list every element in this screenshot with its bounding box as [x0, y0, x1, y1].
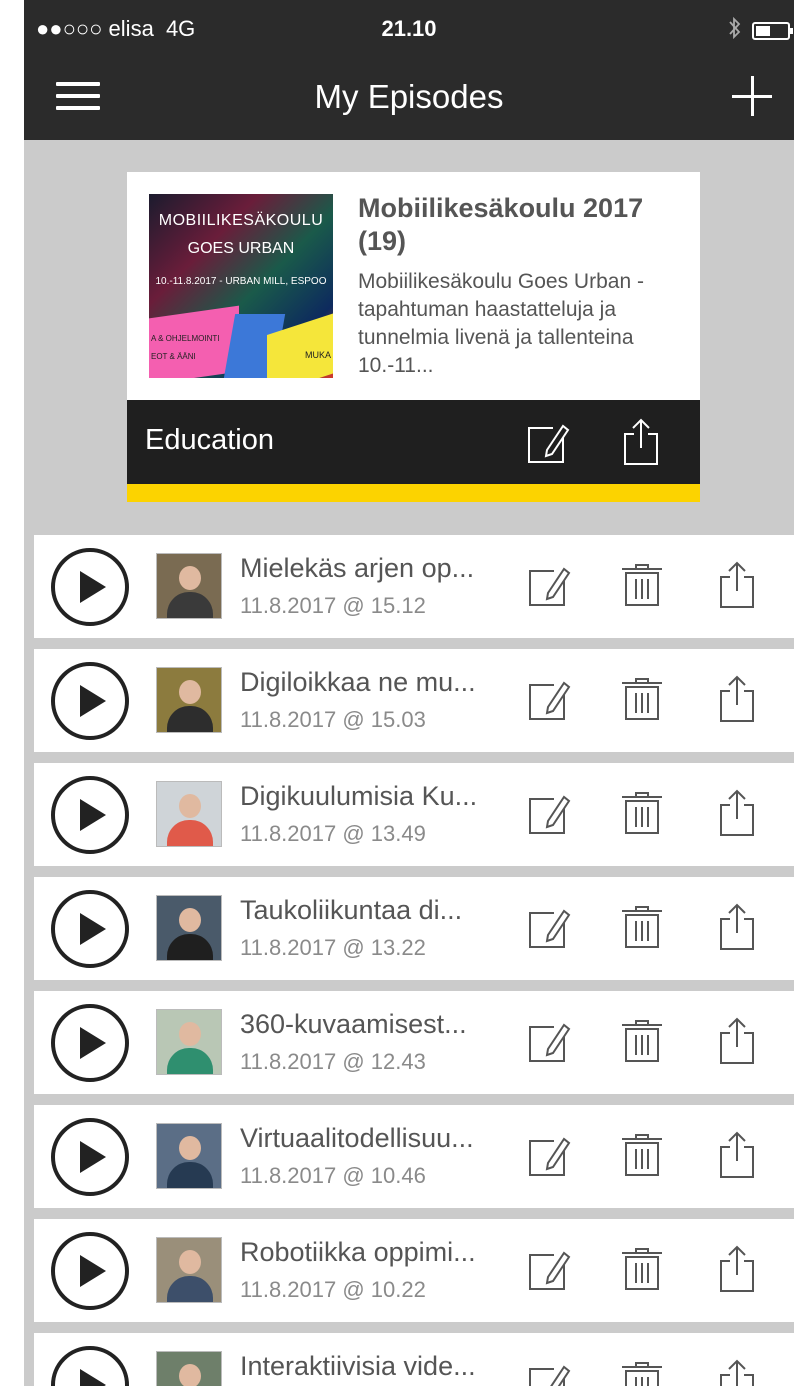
- episode-date: 11.8.2017 @ 13.49: [240, 821, 426, 846]
- share-icon[interactable]: [717, 559, 757, 609]
- share-icon[interactable]: [717, 1129, 757, 1179]
- edit-icon[interactable]: [528, 1019, 574, 1063]
- list-item[interactable]: Robotiikka oppimi... 11.8.2017 @ 10.22: [34, 1219, 794, 1322]
- trash-icon[interactable]: [620, 1019, 664, 1063]
- episode-title: Robotiikka oppimi...: [240, 1237, 476, 1267]
- episode-date: 11.8.2017 @ 13.22: [240, 935, 426, 960]
- play-button[interactable]: [50, 661, 130, 741]
- bluetooth-icon: [728, 16, 742, 46]
- podcast-cover: MOBIILIKESÄKOULU GOES URBAN 10.-11.8.201…: [149, 194, 333, 378]
- episode-thumbnail: [156, 781, 222, 847]
- share-icon[interactable]: [717, 673, 757, 723]
- episode-thumbnail: [156, 1237, 222, 1303]
- cover-line-5: EOT & ÄÄNI: [151, 352, 196, 361]
- play-button[interactable]: [50, 1345, 130, 1386]
- cover-line-4: A & OHJELMOINTI: [151, 334, 220, 343]
- episode-thumbnail: [156, 1351, 222, 1386]
- edit-icon[interactable]: [528, 791, 574, 835]
- episode-title: Digiloikkaa ne mu...: [240, 667, 476, 697]
- play-button[interactable]: [50, 775, 130, 855]
- edit-icon[interactable]: [528, 563, 574, 607]
- podcast-title: Mobiilikesäkoulu 2017 (19): [358, 193, 644, 256]
- status-bar: ●●○○○ elisa 4G 21.10: [24, 0, 794, 54]
- share-icon[interactable]: [717, 1357, 757, 1386]
- accent-stripe: [127, 484, 700, 502]
- podcast-category: Education: [145, 424, 274, 456]
- play-button[interactable]: [50, 547, 130, 627]
- episode-date: 11.8.2017 @ 12.43: [240, 1049, 426, 1074]
- list-item[interactable]: Mielekäs arjen op... 11.8.2017 @ 15.12: [34, 535, 794, 638]
- episode-title: Interaktiivisia vide...: [240, 1351, 476, 1381]
- cover-line-2: GOES URBAN: [187, 240, 295, 257]
- list-item[interactable]: Digiloikkaa ne mu... 11.8.2017 @ 15.03: [34, 649, 794, 752]
- edit-icon[interactable]: [528, 1247, 574, 1291]
- episode-date: 11.8.2017 @ 10.22: [240, 1277, 426, 1302]
- podcast-info[interactable]: MOBIILIKESÄKOULU GOES URBAN 10.-11.8.201…: [127, 172, 700, 400]
- episode-title: Digikuulumisia Ku...: [240, 781, 478, 811]
- cover-line-3: 10.-11.8.2017 - URBAN MILL, ESPOO: [155, 276, 327, 287]
- clock: 21.10: [381, 16, 437, 41]
- episode-date: 11.8.2017 @ 15.03: [240, 707, 426, 732]
- episode-title: 360-kuvaamisest...: [240, 1009, 467, 1039]
- status-icons: [728, 16, 793, 46]
- list-item[interactable]: Digikuulumisia Ku... 11.8.2017 @ 13.49: [34, 763, 794, 866]
- episode-thumbnail: [156, 895, 222, 961]
- episode-title: Mielekäs arjen op...: [240, 553, 475, 583]
- episode-title: Taukoliikuntaa di...: [240, 895, 463, 925]
- play-button[interactable]: [50, 889, 130, 969]
- edit-icon[interactable]: [528, 1133, 574, 1177]
- trash-icon[interactable]: [620, 563, 664, 607]
- trash-icon[interactable]: [620, 1361, 664, 1386]
- share-icon[interactable]: [717, 1015, 757, 1065]
- share-icon[interactable]: [717, 787, 757, 837]
- battery-icon: [752, 22, 793, 40]
- trash-icon[interactable]: [620, 677, 664, 721]
- share-icon[interactable]: [717, 901, 757, 951]
- trash-icon[interactable]: [620, 1247, 664, 1291]
- edit-icon[interactable]: [528, 677, 574, 721]
- trash-icon[interactable]: [620, 791, 664, 835]
- podcast-description: Mobiilikesäkoulu Goes Urban -tapahtuman …: [358, 270, 644, 377]
- share-icon[interactable]: [717, 1243, 757, 1293]
- page-title: My Episodes: [314, 78, 504, 115]
- episode-thumbnail: [156, 1123, 222, 1189]
- plus-icon[interactable]: [732, 76, 772, 116]
- podcast-category-bar: Education: [127, 400, 700, 484]
- cover-line-6: MUKA: [304, 350, 331, 360]
- nav-bar: My Episodes: [24, 54, 794, 140]
- share-icon[interactable]: [621, 416, 661, 466]
- edit-icon[interactable]: [528, 1361, 574, 1386]
- cover-line-1: MOBIILIKESÄKOULU: [158, 212, 324, 229]
- play-button[interactable]: [50, 1231, 130, 1311]
- play-button[interactable]: [50, 1117, 130, 1197]
- list-item[interactable]: Interaktiivisia vide...: [34, 1333, 794, 1386]
- episode-date: 11.8.2017 @ 10.46: [240, 1163, 426, 1188]
- list-item[interactable]: Virtuaalitodellisuu... 11.8.2017 @ 10.46: [34, 1105, 794, 1208]
- list-item[interactable]: 360-kuvaamisest... 11.8.2017 @ 12.43: [34, 991, 794, 1094]
- trash-icon[interactable]: [620, 905, 664, 949]
- podcast-card[interactable]: MOBIILIKESÄKOULU GOES URBAN 10.-11.8.201…: [127, 172, 700, 502]
- edit-icon[interactable]: [527, 420, 573, 464]
- app-screen: ●●○○○ elisa 4G 21.10 My Episodes MOBIILI…: [24, 0, 794, 1386]
- list-item[interactable]: Taukoliikuntaa di... 11.8.2017 @ 13.22: [34, 877, 794, 980]
- episode-title: Virtuaalitodellisuu...: [240, 1123, 474, 1153]
- episode-date: 11.8.2017 @ 15.12: [240, 593, 426, 618]
- edit-icon[interactable]: [528, 905, 574, 949]
- trash-icon[interactable]: [620, 1133, 664, 1177]
- episode-thumbnail: [156, 553, 222, 619]
- play-button[interactable]: [50, 1003, 130, 1083]
- episode-thumbnail: [156, 1009, 222, 1075]
- episode-thumbnail: [156, 667, 222, 733]
